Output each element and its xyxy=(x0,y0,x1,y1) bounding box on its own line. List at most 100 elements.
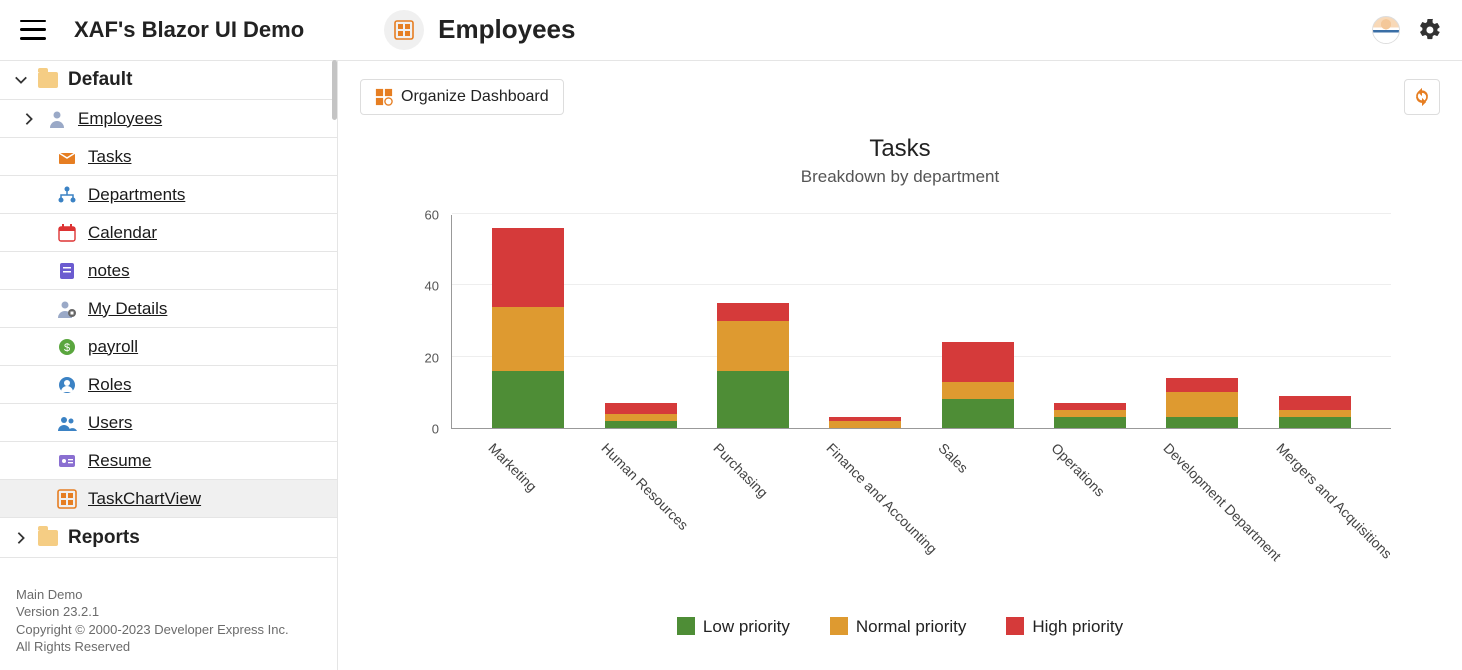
sidebar-item-payroll[interactable]: $payroll xyxy=(0,328,337,366)
bar-segment xyxy=(492,307,564,371)
user-avatar[interactable] xyxy=(1372,16,1400,44)
legend-swatch xyxy=(677,617,695,635)
x-axis-label: Finance and Accounting xyxy=(735,440,885,590)
sidebar-item-label: Tasks xyxy=(88,147,131,167)
bar-segment xyxy=(1279,417,1351,428)
x-axis-label: Development Department xyxy=(1073,440,1223,590)
sidebar-item-label: TaskChartView xyxy=(88,489,201,509)
legend-swatch xyxy=(830,617,848,635)
sidebar-item-users[interactable]: Users xyxy=(0,404,337,442)
bar-segment xyxy=(605,421,677,428)
app-title: XAF's Blazor UI Demo xyxy=(74,17,304,43)
grid-line xyxy=(452,213,1391,214)
chevron-down-icon xyxy=(12,73,30,87)
sidebar-item-employees[interactable]: Employees xyxy=(0,100,337,138)
sidebar-item-tasks[interactable]: Tasks xyxy=(0,138,337,176)
nav-group-reports[interactable]: Reports xyxy=(0,518,337,558)
bar-human-resources[interactable] xyxy=(605,403,677,428)
footer-line: All Rights Reserved xyxy=(16,638,321,656)
chart-title: Tasks xyxy=(869,135,930,163)
bar-segment xyxy=(829,421,901,428)
nav-group-label: Default xyxy=(68,69,132,91)
header: XAF's Blazor UI Demo Employees xyxy=(0,0,1462,60)
bar-mergers-and-acquisitions[interactable] xyxy=(1279,396,1351,428)
y-axis-tick: 20 xyxy=(399,350,439,365)
sidebar-item-calendar[interactable]: Calendar xyxy=(0,214,337,252)
footer-line: Version 23.2.1 xyxy=(16,603,321,621)
bar-segment xyxy=(942,399,1014,428)
x-axis-label: Purchasing xyxy=(623,440,773,590)
bar-segment xyxy=(1166,378,1238,392)
bar-segment xyxy=(717,303,789,321)
legend-item[interactable]: High priority xyxy=(1006,617,1123,637)
bar-segment xyxy=(717,371,789,428)
bar-segment xyxy=(717,321,789,371)
sidebar-item-label: Departments xyxy=(88,185,185,205)
x-axis-label: Human Resources xyxy=(510,440,660,590)
bar-segment xyxy=(1166,392,1238,417)
settings-button[interactable] xyxy=(1418,18,1442,42)
page-icon xyxy=(384,10,424,50)
legend-swatch xyxy=(1006,617,1024,635)
bar-segment xyxy=(1054,410,1126,417)
sidebar-item-label: Employees xyxy=(78,109,162,129)
sidebar-item-departments[interactable]: Departments xyxy=(0,176,337,214)
sidebar-item-label: Resume xyxy=(88,451,151,471)
chevron-right-icon xyxy=(20,112,38,126)
chevron-right-icon xyxy=(12,531,30,545)
bar-purchasing[interactable] xyxy=(717,303,789,428)
x-axis-label: Mergers and Acquisitions xyxy=(1185,440,1335,590)
org-icon xyxy=(56,184,78,206)
folder-icon xyxy=(38,72,58,88)
sidebar-footer: Main Demo Version 23.2.1 Copyright © 200… xyxy=(0,578,337,670)
sidebar-item-my-details[interactable]: My Details xyxy=(0,290,337,328)
bar-segment xyxy=(605,414,677,421)
chart-legend: Low priority Normal priority High priority xyxy=(677,617,1123,637)
y-axis-tick: 60 xyxy=(399,208,439,223)
bar-operations[interactable] xyxy=(1054,403,1126,428)
refresh-button[interactable] xyxy=(1404,79,1440,115)
bar-segment xyxy=(1054,417,1126,428)
bar-segment xyxy=(1279,396,1351,410)
lock-person-icon xyxy=(56,298,78,320)
bar-segment xyxy=(1279,410,1351,417)
bar-development-department[interactable] xyxy=(1166,378,1238,428)
footer-line: Copyright © 2000-2023 Developer Express … xyxy=(16,621,321,639)
chart-subtitle: Breakdown by department xyxy=(801,167,999,187)
bar-segment xyxy=(492,228,564,306)
dashboard-icon xyxy=(56,488,78,510)
nav-group-default[interactable]: Default xyxy=(0,60,337,100)
toolbar: Organize Dashboard xyxy=(360,79,1440,115)
sidebar-item-taskchartview[interactable]: TaskChartView xyxy=(0,480,337,518)
chart-plot: 0204060 MarketingHuman ResourcesPurchasi… xyxy=(405,197,1395,467)
users-icon xyxy=(56,412,78,434)
page-title: Employees xyxy=(438,14,575,45)
sidebar-item-label: Calendar xyxy=(88,223,157,243)
main-content: Organize Dashboard Tasks Breakdown by de… xyxy=(338,60,1462,670)
legend-item[interactable]: Normal priority xyxy=(830,617,967,637)
organize-dashboard-button[interactable]: Organize Dashboard xyxy=(360,79,564,115)
sidebar-item-roles[interactable]: Roles xyxy=(0,366,337,404)
x-axis-label: Sales xyxy=(848,440,998,590)
sidebar-item-label: Roles xyxy=(88,375,131,395)
menu-toggle-icon[interactable] xyxy=(20,20,46,40)
note-icon xyxy=(56,260,78,282)
bar-sales[interactable] xyxy=(942,342,1014,428)
bar-marketing[interactable] xyxy=(492,228,564,428)
footer-line: Main Demo xyxy=(16,586,321,604)
sidebar-item-label: Users xyxy=(88,413,132,433)
bar-finance-and-accounting[interactable] xyxy=(829,417,901,428)
y-axis-tick: 40 xyxy=(399,279,439,294)
legend-item[interactable]: Low priority xyxy=(677,617,790,637)
nav-group-label: Reports xyxy=(68,527,140,549)
y-axis-tick: 0 xyxy=(399,422,439,437)
bar-segment xyxy=(1054,403,1126,410)
sidebar-item-resume[interactable]: Resume xyxy=(0,442,337,480)
sidebar-item-notes[interactable]: notes xyxy=(0,252,337,290)
money-icon: $ xyxy=(56,336,78,358)
card-icon xyxy=(56,450,78,472)
sidebar-item-label: notes xyxy=(88,261,130,281)
sidebar-item-label: My Details xyxy=(88,299,167,319)
sidebar: Default Employees Tasks Departments Calenda… xyxy=(0,60,338,670)
svg-text:$: $ xyxy=(64,342,70,354)
